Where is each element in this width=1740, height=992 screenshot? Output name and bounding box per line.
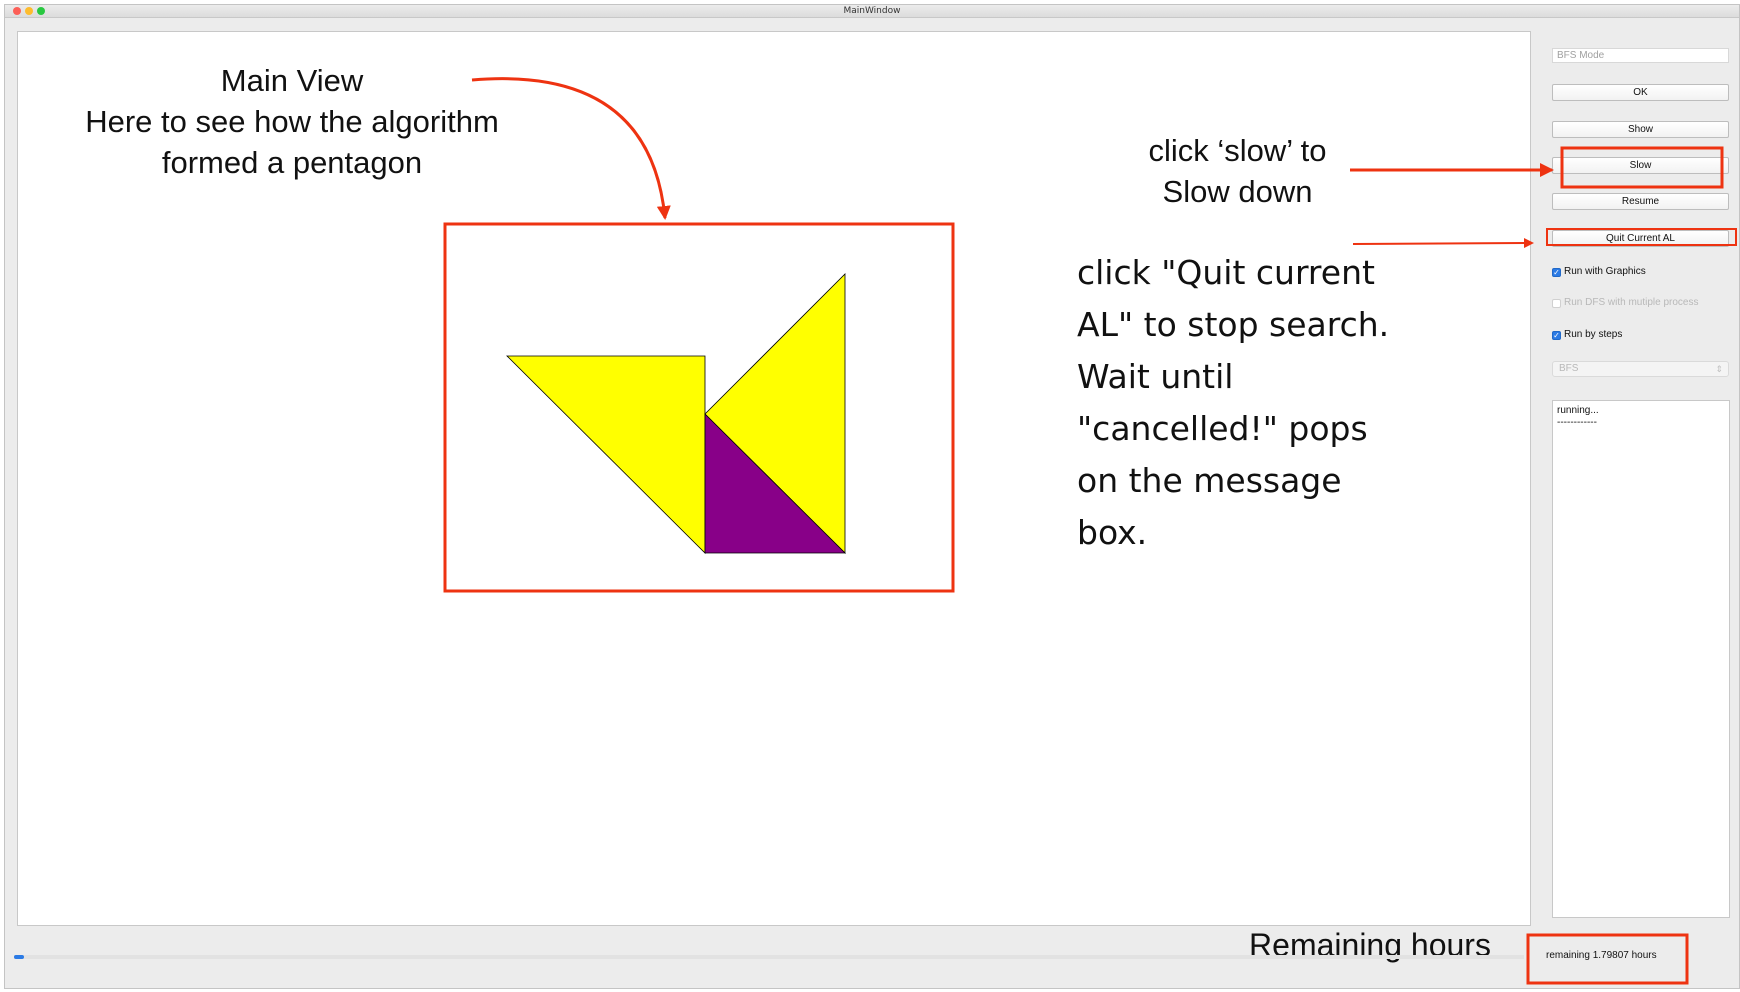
slow-button[interactable]: Slow xyxy=(1552,157,1729,174)
slow-annotation-line: click ‘slow’ to xyxy=(1148,133,1327,168)
ok-button[interactable]: OK xyxy=(1552,84,1729,101)
remaining-hours-annotation: Remaining hours xyxy=(1249,927,1491,963)
show-button[interactable]: Show xyxy=(1552,121,1729,138)
run-with-graphics-checkbox[interactable]: ✓ Run with Graphics xyxy=(1552,265,1646,279)
checkbox-label: Run by steps xyxy=(1564,329,1623,340)
main-view-annotation-line: formed a pentagon xyxy=(161,145,423,180)
quit-current-al-button[interactable]: Quit Current AL xyxy=(1552,230,1729,247)
yellow-triangle-left xyxy=(506,355,706,554)
algorithm-select-value: BFS xyxy=(1559,363,1579,374)
quit-annotation-line: click "Quit current xyxy=(1077,253,1375,292)
main-view-annotation-line: Here to see how the algorithm xyxy=(85,104,499,139)
message-line: ------------ xyxy=(1557,417,1597,428)
algorithm-select[interactable]: BFS ⇕ xyxy=(1552,361,1729,377)
quit-annotation: click "Quit current AL" to stop search. … xyxy=(1077,247,1407,559)
checkmark-icon: ✓ xyxy=(1552,267,1561,277)
checkbox-label: Run DFS with mutiple process xyxy=(1564,297,1699,308)
quit-annotation-line: Wait until xyxy=(1077,357,1234,396)
quit-annotation-line: on the message xyxy=(1077,461,1342,500)
run-dfs-multiprocess-checkbox[interactable]: Run DFS with mutiple process xyxy=(1552,296,1699,310)
main-view-annotation: Main View Here to see how the algorithm … xyxy=(62,60,522,183)
resume-button[interactable]: Resume xyxy=(1552,193,1729,210)
message-line: running... xyxy=(1557,405,1599,416)
checkbox-label: Run with Graphics xyxy=(1564,266,1646,277)
checkbox-icon xyxy=(1552,298,1561,308)
run-by-steps-checkbox[interactable]: ✓ Run by steps xyxy=(1552,328,1622,342)
progress-bar-fill xyxy=(14,955,24,959)
quit-annotation-line: AL" to stop search. xyxy=(1077,305,1390,344)
slow-annotation: click ‘slow’ to Slow down xyxy=(1100,130,1375,212)
checkmark-icon: ✓ xyxy=(1552,330,1561,340)
progress-bar xyxy=(14,955,1524,959)
mode-field[interactable]: BFS Mode xyxy=(1552,48,1729,63)
quit-annotation-line: "cancelled!" pops xyxy=(1077,409,1368,448)
chevron-updown-icon: ⇕ xyxy=(1715,364,1723,374)
main-view-annotation-line: Main View xyxy=(220,63,364,98)
slow-annotation-line: Slow down xyxy=(1162,174,1313,209)
message-box[interactable]: running... ------------ xyxy=(1552,400,1730,918)
quit-annotation-line: box. xyxy=(1077,513,1148,552)
remaining-time-label: remaining 1.79807 hours xyxy=(1546,950,1657,961)
